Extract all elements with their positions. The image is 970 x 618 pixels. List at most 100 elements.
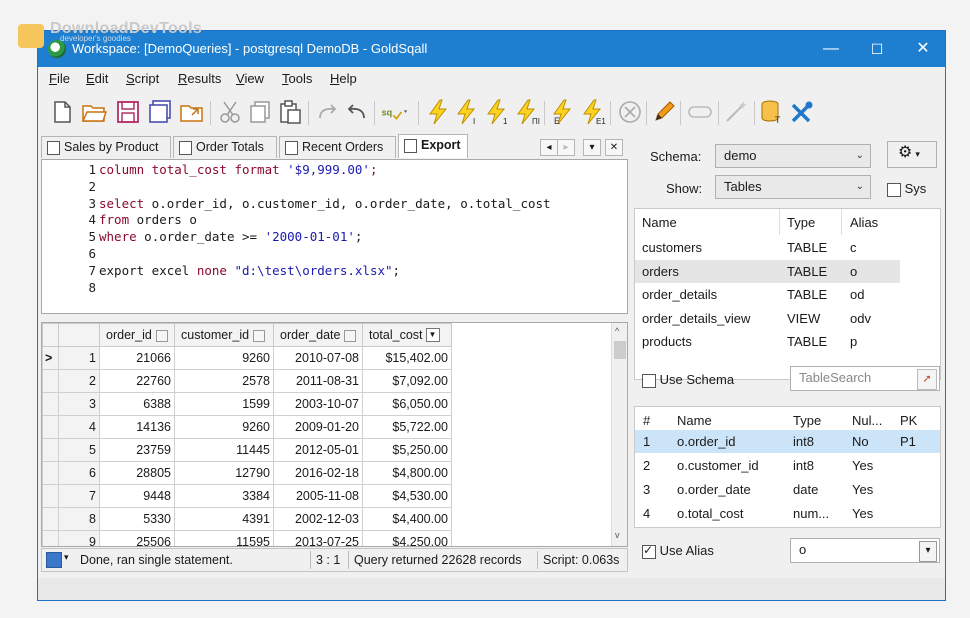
table-row[interactable]: >1 21066 9260 2010-07-08 $15,402.00 bbox=[42, 346, 452, 370]
code-line[interactable]: export excel none "d:\test\orders.xlsx"; bbox=[99, 263, 624, 280]
sort-desc-icon[interactable]: ▼ bbox=[425, 328, 440, 343]
use-alias-checkbox[interactable] bbox=[642, 543, 656, 559]
row-number[interactable]: 9 bbox=[58, 530, 100, 546]
table-cell[interactable]: 3384 bbox=[174, 484, 274, 508]
paste-icon[interactable] bbox=[276, 98, 304, 126]
row-number[interactable]: 5 bbox=[58, 438, 100, 462]
tab-checkbox[interactable] bbox=[47, 141, 60, 155]
tab-recent-orders[interactable]: Recent Orders bbox=[279, 136, 396, 158]
list-item[interactable]: products TABLE p bbox=[635, 330, 940, 353]
col-header-pk[interactable]: PK bbox=[900, 413, 917, 428]
table-cell[interactable]: 2003-10-07 bbox=[273, 392, 363, 416]
row-number[interactable]: 8 bbox=[58, 507, 100, 531]
tools-icon[interactable] bbox=[788, 98, 816, 126]
table-cell[interactable]: 6388 bbox=[99, 392, 175, 416]
list-item[interactable]: order_details TABLE od bbox=[635, 283, 940, 306]
tab-checkbox[interactable] bbox=[285, 141, 298, 155]
sys-toggle[interactable]: Sys bbox=[887, 181, 926, 197]
row-number[interactable]: 1 bbox=[58, 346, 100, 370]
menu-help[interactable]: Help bbox=[330, 71, 357, 86]
execute-icon[interactable] bbox=[424, 98, 452, 126]
database-icon[interactable]: T bbox=[758, 98, 786, 126]
explain-one-icon[interactable]: E1 bbox=[580, 98, 608, 126]
col-header-number[interactable]: # bbox=[643, 413, 650, 428]
chevron-down-icon[interactable]: ▾ bbox=[919, 541, 937, 562]
code-line[interactable]: from orders o bbox=[99, 212, 624, 229]
undo-icon[interactable] bbox=[342, 98, 370, 126]
list-item[interactable]: 1 o.order_id int8 No P1 bbox=[635, 430, 940, 453]
code-line[interactable] bbox=[99, 246, 624, 263]
table-cell[interactable]: 5330 bbox=[99, 507, 175, 531]
search-go-icon[interactable]: ➚ bbox=[917, 369, 937, 390]
table-cell[interactable]: 2005-11-08 bbox=[273, 484, 363, 508]
use-schema-checkbox[interactable] bbox=[642, 373, 656, 388]
row-number[interactable]: 3 bbox=[58, 392, 100, 416]
table-cell[interactable]: 9260 bbox=[174, 415, 274, 439]
results-grid[interactable]: order_id customer_id order_date total_co… bbox=[41, 322, 628, 547]
save-icon[interactable] bbox=[114, 98, 142, 126]
tab-next-button[interactable]: ▸ bbox=[557, 139, 575, 156]
copy-icon[interactable] bbox=[246, 98, 274, 126]
table-cell[interactable]: 2011-08-31 bbox=[273, 369, 363, 393]
filter-icon[interactable] bbox=[344, 329, 357, 342]
code-line[interactable]: where o.order_date >= '2000-01-01'; bbox=[99, 229, 624, 246]
table-cell[interactable]: 12790 bbox=[174, 461, 274, 485]
table-cell[interactable]: $4,530.00 bbox=[362, 484, 452, 508]
show-select[interactable]: Tables ⌄ bbox=[715, 175, 871, 199]
table-cell[interactable]: 21066 bbox=[99, 346, 175, 370]
table-cell[interactable]: $6,050.00 bbox=[362, 392, 452, 416]
object-list[interactable]: Name Type Alias customers TABLE c orders TAB… bbox=[634, 208, 941, 380]
table-cell[interactable]: 2016-02-18 bbox=[273, 461, 363, 485]
table-cell[interactable]: 2578 bbox=[174, 369, 274, 393]
magic-wand-icon[interactable] bbox=[722, 98, 750, 126]
use-schema-toggle[interactable]: Use Schema bbox=[642, 372, 734, 388]
table-row[interactable]: 9 25506 11595 2013-07-25 $4,250.00 bbox=[42, 530, 452, 546]
row-number[interactable]: 6 bbox=[58, 461, 100, 485]
execute-to-end-icon[interactable]: ΠI bbox=[514, 98, 542, 126]
table-cell[interactable]: 23759 bbox=[99, 438, 175, 462]
tab-close-button[interactable]: ✕ bbox=[605, 139, 623, 156]
list-item[interactable]: order_details_view VIEW odv bbox=[635, 307, 940, 330]
list-item[interactable]: 3 o.order_date date Yes bbox=[635, 478, 940, 501]
tab-menu-button[interactable]: ▾ bbox=[583, 139, 601, 156]
menu-view[interactable]: View bbox=[236, 71, 264, 86]
sql-editor[interactable]: 12345678 column total_cost format '$9,99… bbox=[41, 159, 628, 314]
filter-icon[interactable] bbox=[253, 329, 266, 342]
table-row[interactable]: 3 6388 1599 2003-10-07 $6,050.00 bbox=[42, 392, 452, 416]
stop-icon[interactable] bbox=[616, 98, 644, 126]
tab-prev-button[interactable]: ◂ bbox=[540, 139, 558, 156]
table-cell[interactable]: 4391 bbox=[174, 507, 274, 531]
col-header-colname[interactable]: Name bbox=[677, 413, 712, 428]
format-sql-icon[interactable]: sq bbox=[380, 98, 414, 126]
table-cell[interactable]: 11445 bbox=[174, 438, 274, 462]
table-search-input[interactable]: TableSearch ➚ bbox=[790, 366, 940, 391]
col-header-name[interactable]: Name bbox=[642, 215, 677, 230]
menu-results[interactable]: Results bbox=[178, 71, 221, 86]
table-cell[interactable]: 1599 bbox=[174, 392, 274, 416]
code-line[interactable] bbox=[99, 280, 624, 297]
grid-vertical-scrollbar[interactable]: ^ v bbox=[611, 323, 627, 546]
table-cell[interactable]: 2002-12-03 bbox=[273, 507, 363, 531]
table-cell[interactable]: 11595 bbox=[174, 530, 274, 546]
col-header-nullable[interactable]: Nul... bbox=[852, 413, 882, 428]
table-row[interactable]: 4 14136 9260 2009-01-20 $5,722.00 bbox=[42, 415, 452, 439]
table-cell[interactable]: 28805 bbox=[99, 461, 175, 485]
header-order-id[interactable]: order_id bbox=[99, 323, 175, 347]
menu-tools[interactable]: Tools bbox=[282, 71, 312, 86]
column-list[interactable]: # Name Type Nul... PK 1 o.order_id int8 No P… bbox=[634, 406, 941, 528]
execute-selection-icon[interactable]: I bbox=[454, 98, 482, 126]
table-cell[interactable]: 2013-07-25 bbox=[273, 530, 363, 546]
filter-icon[interactable] bbox=[155, 329, 168, 342]
save-all-icon[interactable] bbox=[146, 98, 174, 126]
list-item[interactable]: customers TABLE c bbox=[635, 236, 940, 259]
export-folder-icon[interactable] bbox=[178, 98, 206, 126]
row-number[interactable]: 7 bbox=[58, 484, 100, 508]
table-cell[interactable]: 25506 bbox=[99, 530, 175, 546]
table-row[interactable]: 6 28805 12790 2016-02-18 $4,800.00 bbox=[42, 461, 452, 485]
minimize-button[interactable]: — bbox=[808, 31, 854, 67]
table-cell[interactable]: $4,400.00 bbox=[362, 507, 452, 531]
table-cell[interactable]: $15,402.00 bbox=[362, 346, 452, 370]
tab-export[interactable]: Export bbox=[398, 134, 468, 158]
header-customer-id[interactable]: customer_id bbox=[174, 323, 274, 347]
table-cell[interactable]: 2010-07-08 bbox=[273, 346, 363, 370]
